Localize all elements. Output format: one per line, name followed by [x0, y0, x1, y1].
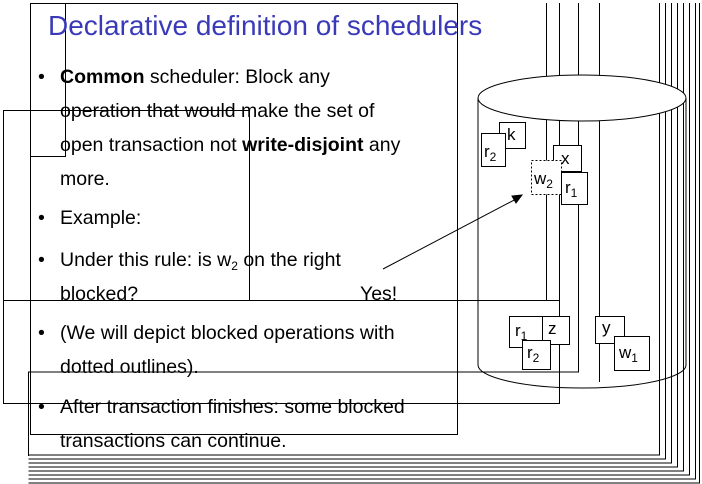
op-r2-bottom-label: r2: [527, 343, 540, 365]
op-r1-top-label: r1: [565, 178, 578, 200]
op-letter: w: [619, 343, 632, 362]
bullet-1-line-3: open transaction not write-disjoint any: [60, 128, 400, 162]
bullet-1-line-2: operation that would make the set of: [60, 100, 375, 122]
bullet-3-line-1: Under this rule: is w2 on the right: [60, 243, 341, 277]
bullet-dot: •: [38, 249, 45, 271]
arrow-line: [382, 197, 519, 270]
op-w2-blocked-label: w2: [534, 169, 553, 191]
bullet-5-line-1: After transaction finishes: some blocked: [60, 396, 405, 418]
arrow-head: [511, 194, 524, 204]
bullet-dot: •: [38, 66, 45, 88]
bullet-dot: •: [38, 396, 45, 418]
op-y-label: y: [602, 318, 611, 337]
bullet-1-line-3-post: any: [363, 134, 401, 156]
op-x-label: x: [561, 149, 570, 168]
bullet-3-subscript: 2: [231, 259, 238, 273]
bullet-dot: •: [38, 322, 45, 344]
op-subscript: 2: [546, 177, 553, 191]
op-k-label: k: [507, 125, 516, 144]
op-r1-bottom-label: r1: [515, 321, 528, 343]
bullet-5-line-2: transactions can continue.: [60, 430, 287, 452]
op-r2-top-label: r2: [484, 142, 497, 164]
bullet-3-line-1-post: on the right: [237, 249, 341, 271]
bullet-1-line-4: more.: [60, 168, 110, 190]
bullet-1-bold-write-disjoint: write-disjoint: [242, 134, 364, 156]
slide-title: Declarative definition of schedulers: [48, 10, 483, 41]
cylinder-bottom: [477, 364, 687, 389]
bullet-4-line-1: (We will depict blocked operations with: [60, 322, 395, 344]
bullet-1-bold-common: Common: [60, 66, 145, 88]
cylinder-top: [477, 74, 687, 122]
bullet-1-line-3-pre: open transaction not: [60, 134, 243, 156]
op-subscript: 1: [570, 186, 578, 200]
bullet-1-line-1: Common scheduler: Block any: [60, 60, 330, 94]
bullet-4-line-2: dotted outlines).: [60, 356, 199, 378]
op-subscript: 2: [489, 150, 497, 164]
op-z-label: z: [548, 319, 557, 338]
op-subscript: 1: [520, 329, 528, 343]
op-w1-label: w1: [619, 343, 638, 365]
bullet-3-line-1-pre: Under this rule: is w: [60, 249, 232, 271]
bullet-2-text: Example:: [60, 207, 142, 229]
bullet-dot: •: [38, 207, 45, 229]
bullet-1-line-1-rest: scheduler: Block any: [144, 66, 330, 88]
answer-yes: Yes!: [360, 283, 398, 305]
op-subscript: 2: [532, 351, 540, 365]
bullet-3-line-2: blocked?: [60, 283, 139, 305]
op-letter: w: [534, 169, 547, 188]
op-subscript: 1: [631, 351, 638, 365]
pointer-arrow: [382, 194, 524, 270]
